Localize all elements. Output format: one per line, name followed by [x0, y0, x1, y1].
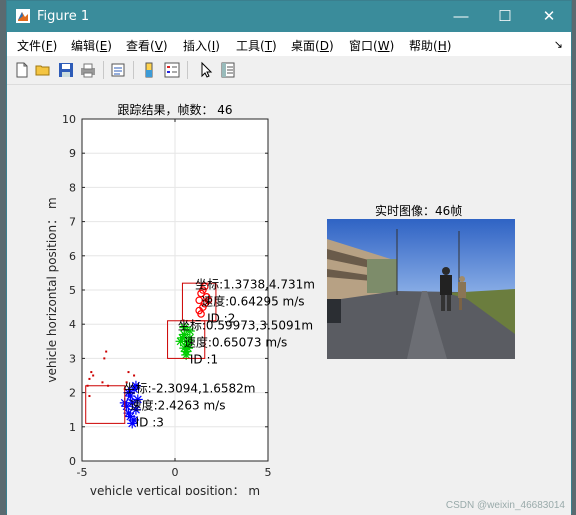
- x-tick-label: -5: [77, 466, 88, 479]
- noise-point: [101, 381, 104, 384]
- link-icon[interactable]: [109, 61, 127, 79]
- menu-desktop[interactable]: 桌面(D): [291, 37, 334, 54]
- close-button[interactable]: ✕: [527, 1, 571, 32]
- y-tick-label: 0: [69, 455, 76, 468]
- dock-arrow-icon[interactable]: ↘: [554, 38, 563, 51]
- y-tick-label: 2: [69, 387, 76, 400]
- property-editor-icon[interactable]: [219, 61, 237, 79]
- menu-bar: 文件(F) 编辑(E) 查看(V) 插入(I) 工具(T) 桌面(D) 窗口(W…: [7, 32, 571, 56]
- noise-point: [105, 350, 108, 353]
- noise-point: [127, 371, 130, 374]
- colorbar-icon[interactable]: [140, 61, 158, 79]
- watermark: CSDN @weixin_46683014: [445, 500, 565, 511]
- chart-title: 跟踪结果，帧数： 46: [117, 102, 232, 117]
- menu-window[interactable]: 窗口(W): [349, 37, 394, 54]
- new-figure-icon[interactable]: [13, 61, 31, 79]
- figure-window: Figure 1 — ☐ ✕ 文件(F) 编辑(E) 查看(V) 插入(I) 工…: [6, 0, 572, 515]
- menu-tools[interactable]: 工具(T): [236, 37, 277, 54]
- noise-point: [133, 374, 136, 377]
- y-tick-label: 10: [62, 113, 76, 126]
- noise-point: [103, 357, 106, 360]
- object-coord-label: 坐标:-2.3094,1.6582m: [124, 381, 256, 395]
- object-speed-label: 速度:2.4263 m/s: [130, 397, 226, 412]
- object-speed-label: 速度:0.65073 m/s: [184, 335, 287, 350]
- y-tick-label: 8: [69, 181, 76, 194]
- tracking-chart[interactable]: 012345678910-5 0 5跟踪结果，帧数： 46vehicle verti…: [7, 85, 317, 495]
- object-coord-label: 坐标:0.59973,3.5091m: [178, 319, 313, 333]
- menu-edit[interactable]: 编辑(E): [71, 37, 112, 54]
- y-tick-label: 6: [69, 250, 76, 263]
- print-icon[interactable]: [79, 61, 97, 79]
- maximize-button[interactable]: ☐: [483, 1, 527, 32]
- matlab-icon: [16, 9, 30, 23]
- menu-file[interactable]: 文件(F): [17, 37, 57, 54]
- noise-point: [92, 374, 95, 377]
- camera-frame-image: [327, 219, 515, 359]
- save-icon[interactable]: [57, 61, 75, 79]
- menu-insert[interactable]: 插入(I): [183, 37, 220, 54]
- window-title: Figure 1: [37, 9, 90, 24]
- x-tick-label: 0: [172, 466, 179, 479]
- title-bar[interactable]: Figure 1 — ☐ ✕: [7, 1, 571, 32]
- y-tick-label: 7: [69, 216, 76, 229]
- noise-point: [88, 377, 91, 380]
- object-id-label: ID :1: [190, 353, 218, 367]
- y-tick-label: 1: [69, 421, 76, 434]
- noise-point: [90, 371, 93, 374]
- y-tick-label: 4: [69, 318, 76, 331]
- minimize-button[interactable]: —: [439, 1, 483, 32]
- open-file-icon[interactable]: [34, 61, 52, 79]
- object-id-label: ID :3: [136, 415, 164, 429]
- menu-view[interactable]: 查看(V): [126, 37, 168, 54]
- y-axis-label: vehicle horizontal position： m: [45, 197, 59, 382]
- y-tick-label: 3: [69, 352, 76, 365]
- image-title: 实时图像：46帧: [375, 204, 463, 218]
- noise-point: [88, 395, 91, 398]
- figure-canvas: 0 1 2 3 4 5 6 7 8 9 10 -5 0 5 跟踪结果，帧数： 46 vehicle verti…: [7, 85, 571, 515]
- x-tick-label: 5: [265, 466, 272, 479]
- pointer-icon[interactable]: [197, 61, 215, 79]
- object-coord-label: 坐标:1.3738,4.731m: [195, 277, 315, 291]
- x-axis-label: vehicle vertical position： m: [90, 484, 260, 495]
- y-tick-label: 5: [69, 284, 76, 297]
- toolbar: [7, 56, 571, 85]
- y-tick-label: 9: [69, 147, 76, 160]
- legend-icon[interactable]: [163, 61, 181, 79]
- object-speed-label: 速度:0.64295 m/s: [201, 293, 304, 308]
- menu-help[interactable]: 帮助(H): [409, 37, 451, 54]
